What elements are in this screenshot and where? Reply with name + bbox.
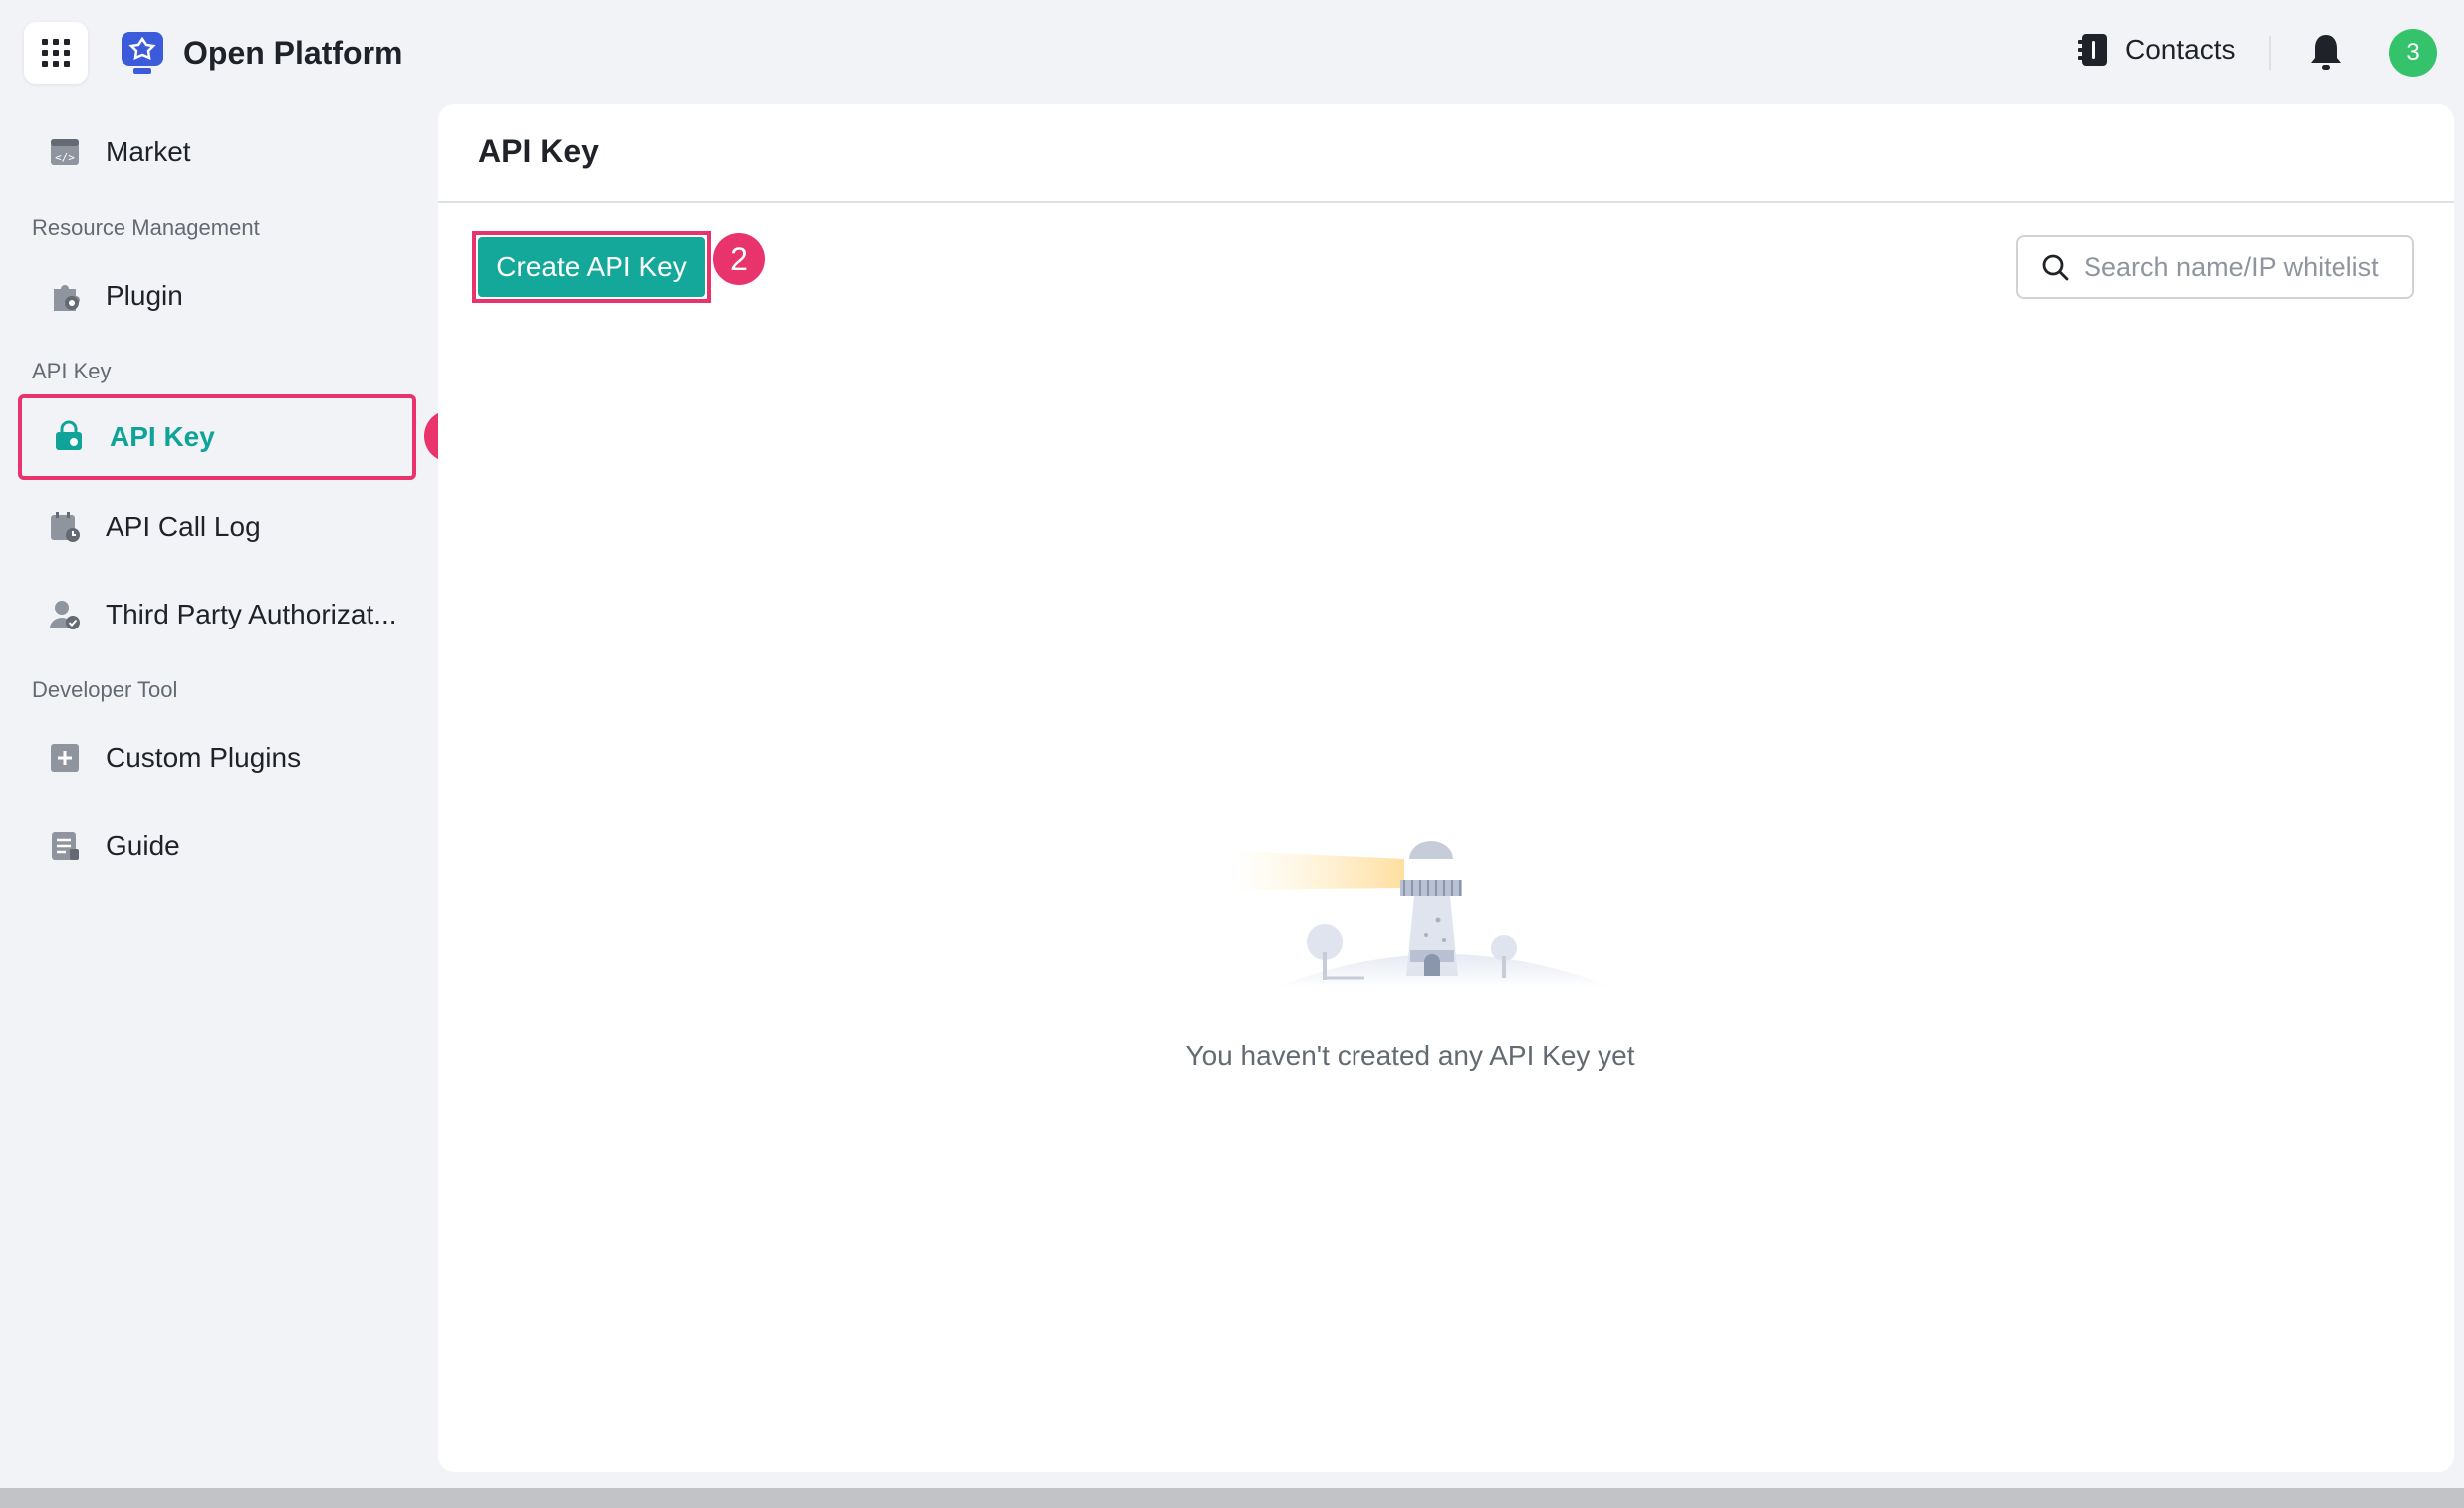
sidebar-item-label: Market <box>106 136 191 167</box>
contacts-button[interactable]: Contacts <box>2078 32 2236 68</box>
market-icon: </> <box>51 139 79 165</box>
top-bar: Open Platform Contacts 3 <box>0 0 2464 104</box>
sidebar-item-api-call-log[interactable]: API Call Log <box>20 490 414 564</box>
sidebar-item-guide[interactable]: Guide <box>20 809 414 882</box>
custom-plugins-icon <box>51 744 79 772</box>
open-platform-logo-icon <box>122 32 163 74</box>
sidebar-item-label: API Key <box>110 421 215 452</box>
user-avatar[interactable]: 3 <box>2389 29 2437 77</box>
title-divider <box>438 201 2454 203</box>
empty-state-message: You haven't created any API Key yet <box>438 1040 2331 1072</box>
sidebar-item-label: API Call Log <box>106 511 261 542</box>
sidebar-item-label: Guide <box>106 830 180 861</box>
guide-icon <box>52 832 79 860</box>
sidebar-item-api-key[interactable]: API Key <box>18 394 416 480</box>
search-input[interactable] <box>2084 251 2402 283</box>
svg-text:</>: </> <box>55 151 75 164</box>
api-key-icon <box>56 420 82 450</box>
section-title-resource-management: Resource Management <box>32 215 260 240</box>
create-api-key-button[interactable]: Create API Key <box>478 237 705 297</box>
search-field[interactable] <box>2016 235 2414 299</box>
step-2-badge: 2 <box>713 233 765 285</box>
empty-state-text: You haven't created any API Key yet <box>1185 1040 1635 1071</box>
grid-icon <box>42 39 70 67</box>
plugin-icon <box>54 285 80 311</box>
contacts-label: Contacts <box>2125 34 2236 65</box>
brand[interactable]: Open Platform <box>120 30 402 76</box>
third-party-auth-icon <box>50 601 80 629</box>
notification-bell-icon[interactable] <box>2309 32 2342 72</box>
app-launcher-button[interactable] <box>24 22 88 84</box>
sidebar-item-third-party-authorization[interactable]: Third Party Authorizat... <box>20 578 414 651</box>
sidebar-item-market[interactable]: </> Market <box>20 116 414 189</box>
section-title-developer-tool: Developer Tool <box>32 677 178 702</box>
sidebar-item-custom-plugins[interactable]: Custom Plugins <box>20 721 414 795</box>
main-panel: API Key Create API Key 2 Search name/IP … <box>438 104 2454 1472</box>
lighthouse-empty-state-illustration <box>1235 841 1613 988</box>
section-title-api-key: API Key <box>32 359 112 383</box>
horizontal-scrollbar[interactable] <box>0 1488 2464 1508</box>
sidebar-item-label: Custom Plugins <box>106 742 302 773</box>
sidebar-item-label: Plugin <box>106 280 183 311</box>
sidebar-item-label: Third Party Authorizat... <box>106 599 397 629</box>
page-title: API Key <box>478 133 599 169</box>
header-divider <box>2269 36 2271 70</box>
app-title: Open Platform <box>183 34 403 71</box>
call-log-icon <box>51 512 80 542</box>
search-icon <box>2042 254 2069 281</box>
contacts-book-icon <box>2078 34 2107 66</box>
create-button-highlight: Create API Key <box>472 231 711 303</box>
sidebar: </> Market Resource Management Plugin AP… <box>0 104 476 1488</box>
sidebar-item-plugin[interactable]: Plugin <box>20 259 414 333</box>
